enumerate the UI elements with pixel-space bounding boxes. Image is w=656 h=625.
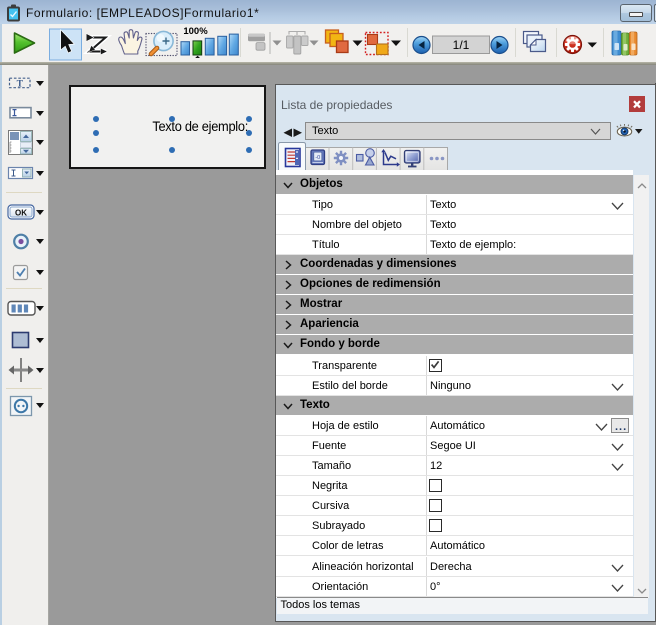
- svg-text:100%: 100%: [183, 26, 208, 37]
- svg-text:1/1: 1/1: [453, 38, 470, 52]
- svg-text:-0: -0: [315, 155, 320, 161]
